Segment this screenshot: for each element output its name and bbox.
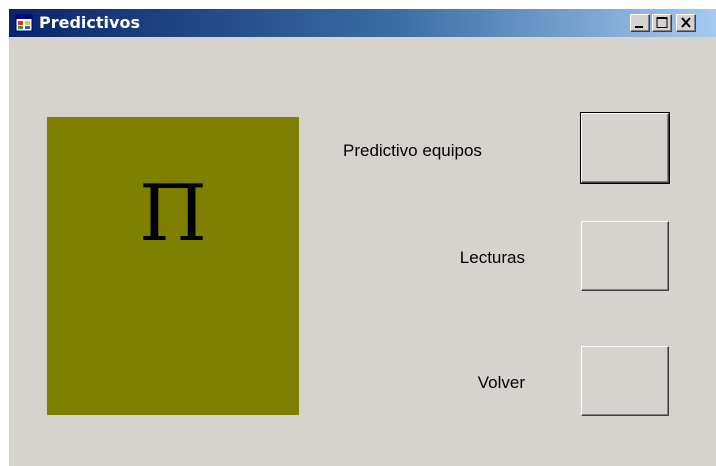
- lecturas-button[interactable]: [581, 221, 669, 291]
- app-window-icon[interactable]: [15, 14, 33, 32]
- predictivo-equipos-button[interactable]: [580, 112, 670, 184]
- maximize-button[interactable]: [652, 14, 672, 32]
- window-title: Predictivos: [39, 13, 140, 32]
- close-button[interactable]: [676, 14, 696, 32]
- minimize-icon: [635, 26, 643, 28]
- predictivos-window: Predictivos Π Predictivo equipos Lectura…: [8, 8, 716, 466]
- pi-logo-glyph: Π: [138, 169, 208, 259]
- predictivo-equipos-label: Predictivo equipos: [343, 141, 482, 160]
- volver-button[interactable]: [581, 346, 669, 416]
- lecturas-label: Lecturas: [459, 248, 525, 267]
- close-icon: [681, 17, 691, 28]
- minimize-button[interactable]: [630, 14, 650, 32]
- logo-image: Π: [47, 117, 299, 415]
- volver-label: Volver: [477, 373, 525, 392]
- title-bar[interactable]: Predictivos: [9, 9, 716, 37]
- maximize-icon: [656, 17, 668, 28]
